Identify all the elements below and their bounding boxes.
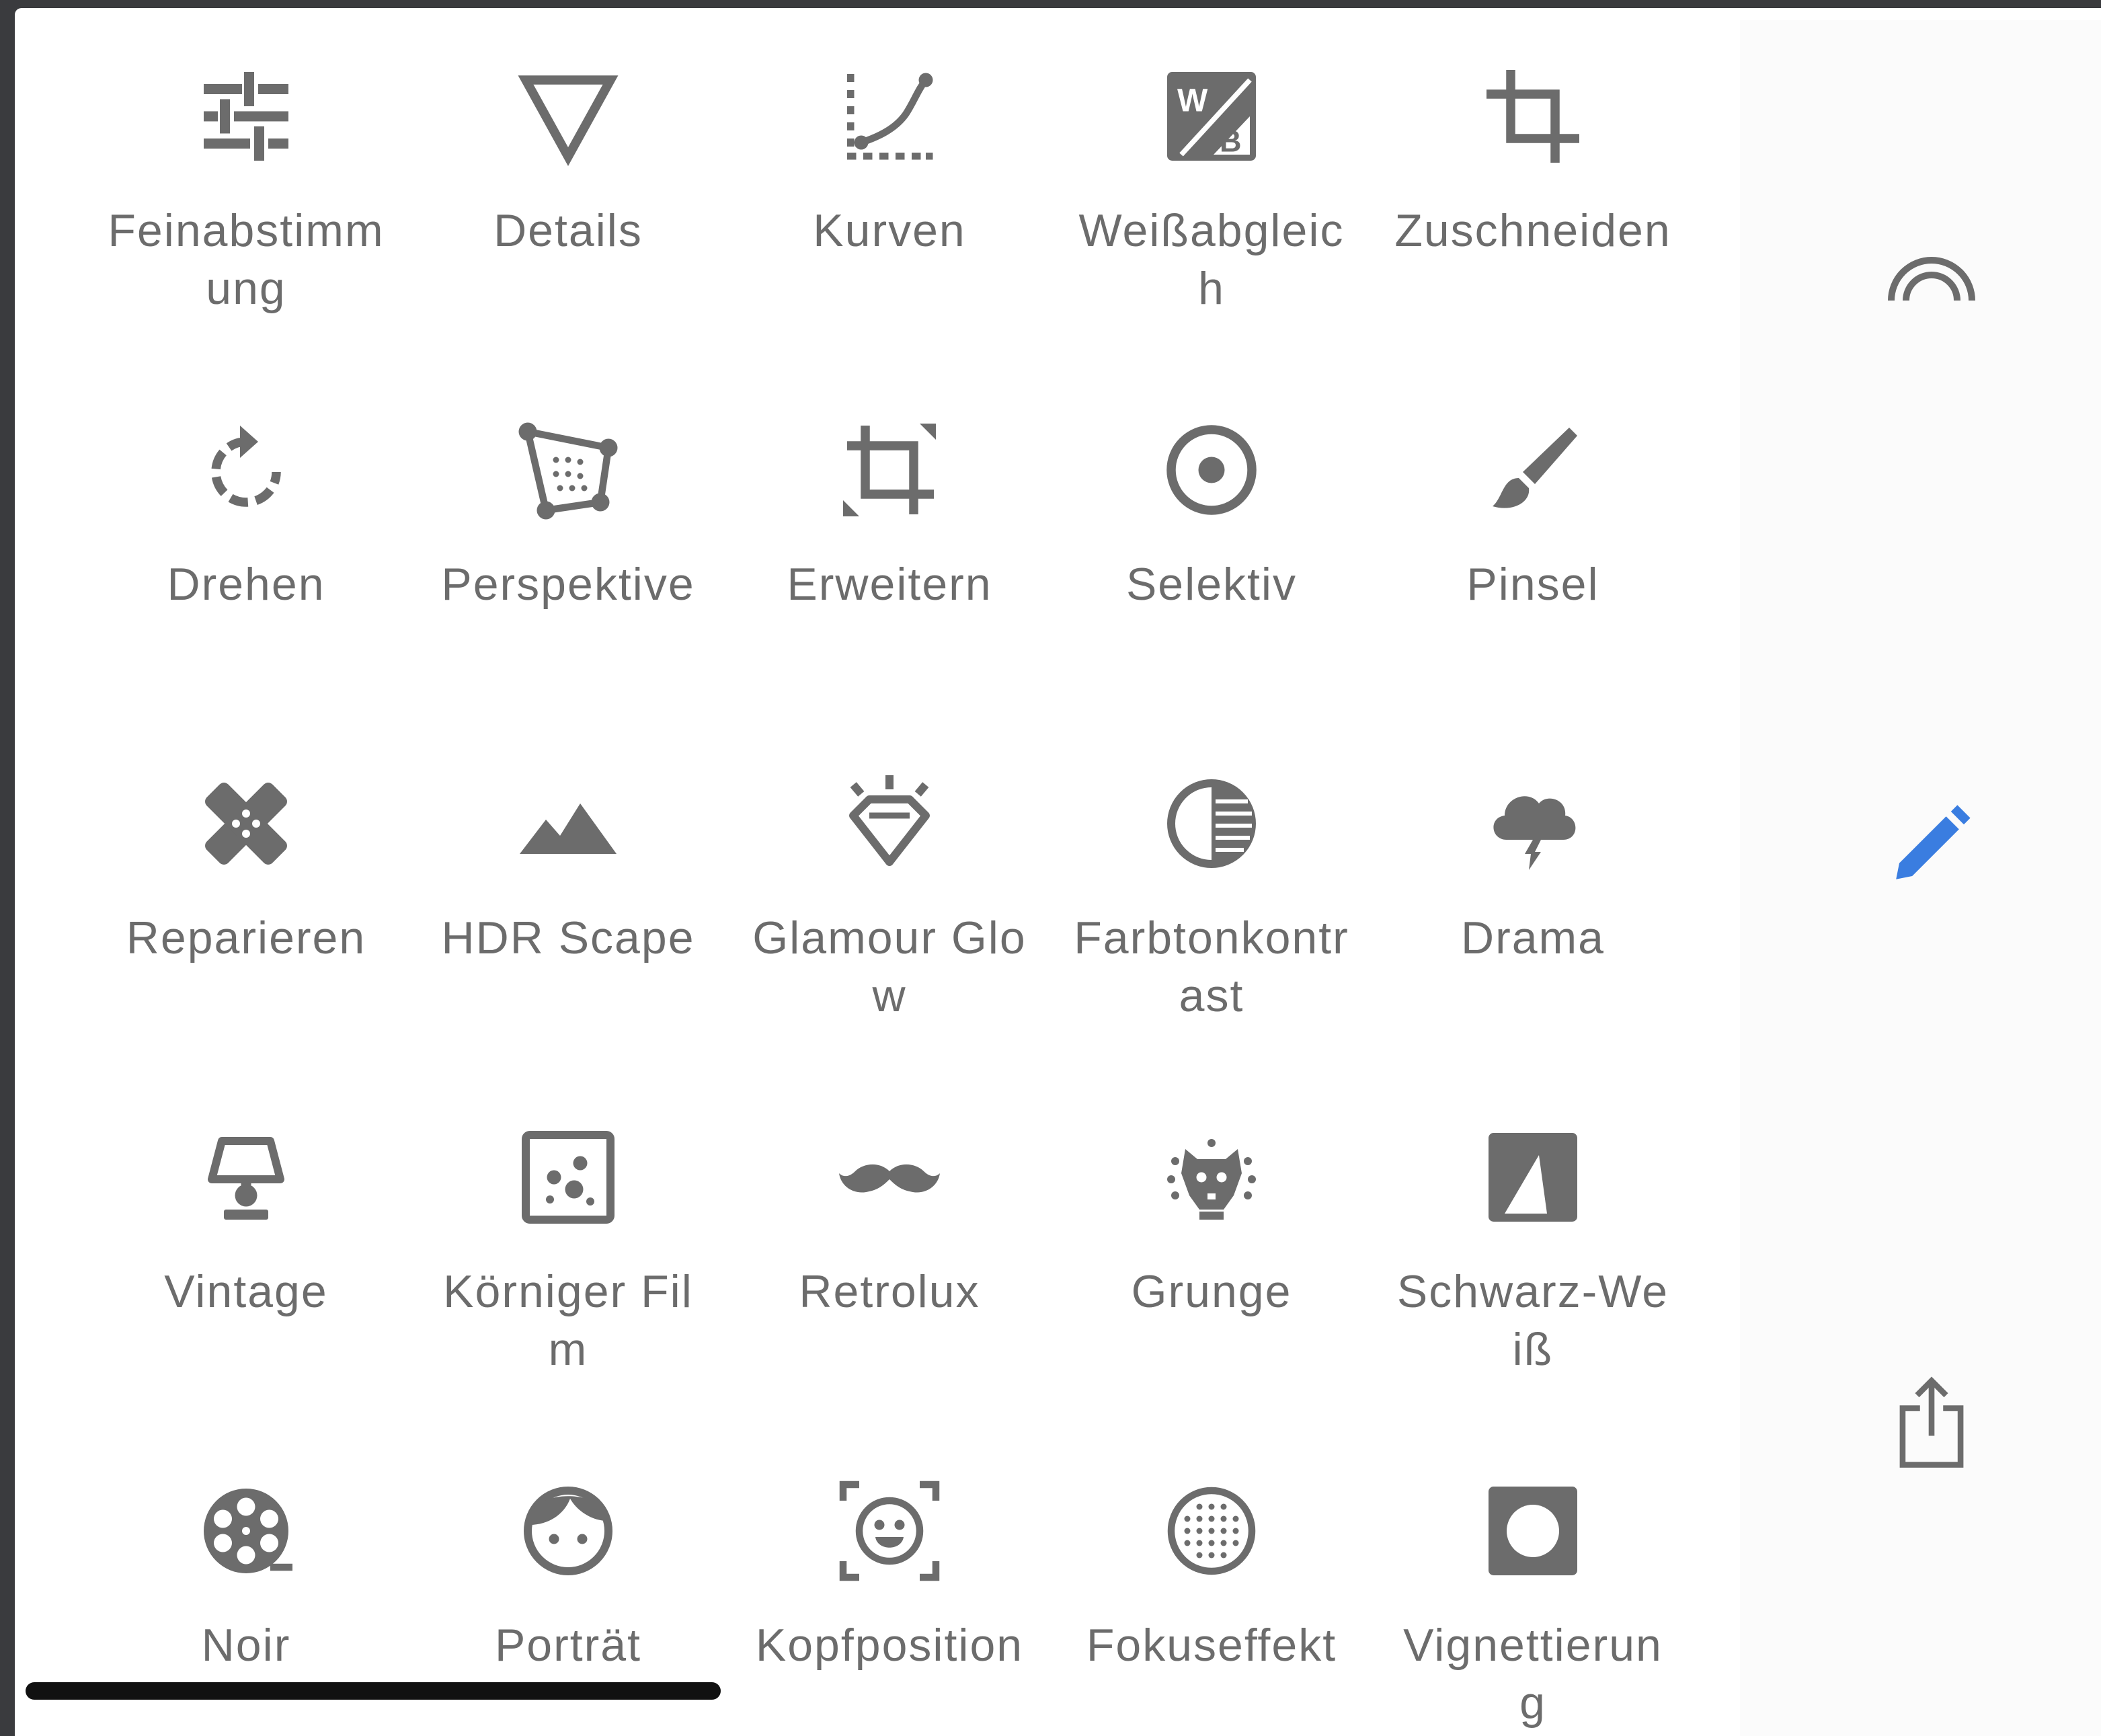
- tool-label: Kopfposition: [755, 1620, 1024, 1671]
- triangle-icon: [518, 66, 619, 167]
- tool-label: Kurven: [813, 205, 966, 256]
- tool-feinabstimmung[interactable]: Feinabstimmung: [85, 47, 407, 329]
- mountains-icon: [518, 773, 619, 874]
- tool-kopfposition[interactable]: Kopfposition: [729, 1462, 1050, 1736]
- tool-label: HDR Scape: [441, 912, 695, 963]
- tool-kurven[interactable]: Kurven: [729, 47, 1050, 329]
- selective-icon: [1161, 420, 1262, 520]
- grunge-icon: [1161, 1127, 1262, 1228]
- tool-label: Drehen: [167, 559, 325, 610]
- export-button[interactable]: [1874, 1366, 1989, 1481]
- tonal-contrast-icon: [1161, 773, 1262, 874]
- tool-label: Glamour Glow: [752, 912, 1027, 1021]
- tool-details[interactable]: Details: [407, 47, 729, 329]
- vignette-icon: [1482, 1481, 1583, 1581]
- looks-arc-icon: [1885, 252, 1979, 309]
- head-pose-icon: [839, 1481, 940, 1581]
- rotate-icon: [196, 420, 296, 520]
- tool-label: Grunge: [1131, 1266, 1292, 1317]
- brush-icon: [1482, 420, 1583, 520]
- mustache-icon: [839, 1127, 940, 1228]
- tool-vignettierung[interactable]: Vignettierung: [1372, 1462, 1694, 1736]
- tool-label: Drama: [1460, 912, 1606, 963]
- tools-panel: Feinabstimmung Details Kurven WB Weißabg…: [15, 8, 2101, 1736]
- home-indicator: [26, 1682, 721, 1700]
- tool-perspektive[interactable]: Perspektive: [407, 401, 729, 683]
- tool-drehen[interactable]: Drehen: [85, 401, 407, 683]
- tool-label: Retrolux: [799, 1266, 980, 1317]
- tool-label: Weißabgleich: [1078, 205, 1345, 314]
- tool-hdr-scape[interactable]: HDR Scape: [407, 754, 729, 1037]
- tool-label: Perspektive: [441, 559, 695, 610]
- curves-icon: [839, 66, 940, 167]
- film-reel-icon: [196, 1481, 296, 1581]
- tool-label: Details: [493, 205, 643, 256]
- pencil-icon: [1891, 803, 1972, 887]
- tool-label: Schwarz-Weiß: [1396, 1266, 1669, 1375]
- tool-label: Porträt: [494, 1620, 642, 1671]
- tool-reparieren[interactable]: Reparieren: [85, 754, 407, 1037]
- tool-label: Erweitern: [787, 559, 992, 610]
- white-balance-icon: WB: [1161, 66, 1262, 167]
- crop-icon: [1482, 66, 1583, 167]
- tool-selektiv[interactable]: Selektiv: [1051, 401, 1372, 683]
- perspective-icon: [518, 420, 619, 520]
- tool-label: Farbtonkontrast: [1074, 912, 1349, 1021]
- tool-label: Reparieren: [126, 912, 366, 963]
- tool-label: Vignettierung: [1403, 1620, 1663, 1729]
- tool-schwarz-weiss[interactable]: Schwarz-Weiß: [1372, 1108, 1694, 1390]
- lamp-icon: [196, 1127, 296, 1228]
- tool-label: Fokuseffekt: [1086, 1620, 1337, 1671]
- tool-label: Körniger Film: [443, 1266, 693, 1375]
- svg-text:B: B: [1220, 124, 1242, 159]
- tool-label: Feinabstimmung: [108, 205, 385, 314]
- tool-vintage[interactable]: Vintage: [85, 1108, 407, 1390]
- looks-button[interactable]: [1874, 223, 1989, 338]
- svg-text:W: W: [1177, 83, 1208, 119]
- lens-blur-icon: [1161, 1481, 1262, 1581]
- tools-tab-button[interactable]: [1874, 788, 1989, 902]
- film-grain-icon: [518, 1127, 619, 1228]
- tool-label: Zuschneiden: [1394, 205, 1671, 256]
- tool-koerniger-film[interactable]: Körniger Film: [407, 1108, 729, 1390]
- tool-zuschneiden[interactable]: Zuschneiden: [1372, 47, 1694, 329]
- tune-sliders-icon: [196, 66, 296, 167]
- tool-label: Noir: [201, 1620, 291, 1671]
- storm-cloud-icon: [1482, 773, 1583, 874]
- tool-erweitern[interactable]: Erweitern: [729, 401, 1050, 683]
- face-icon: [518, 1481, 619, 1581]
- diamond-icon: [839, 773, 940, 874]
- expand-icon: [839, 420, 940, 520]
- tool-fokuseffekt[interactable]: Fokuseffekt: [1051, 1462, 1372, 1736]
- tool-label: Selektiv: [1125, 559, 1298, 610]
- tool-label: Vintage: [164, 1266, 328, 1317]
- tool-grunge[interactable]: Grunge: [1051, 1108, 1372, 1390]
- tool-glamour-glow[interactable]: Glamour Glow: [729, 754, 1050, 1037]
- tool-weissabgleich[interactable]: WB Weißabgleich: [1051, 47, 1372, 329]
- share-icon: [1895, 1375, 1969, 1472]
- tool-drama[interactable]: Drama: [1372, 754, 1694, 1037]
- black-white-icon: [1482, 1127, 1583, 1228]
- tool-farbtonkontrast[interactable]: Farbtonkontrast: [1051, 754, 1372, 1037]
- tool-pinsel[interactable]: Pinsel: [1372, 401, 1694, 683]
- bandage-icon: [196, 773, 296, 874]
- tool-label: Pinsel: [1466, 559, 1599, 610]
- tool-retrolux[interactable]: Retrolux: [729, 1108, 1050, 1390]
